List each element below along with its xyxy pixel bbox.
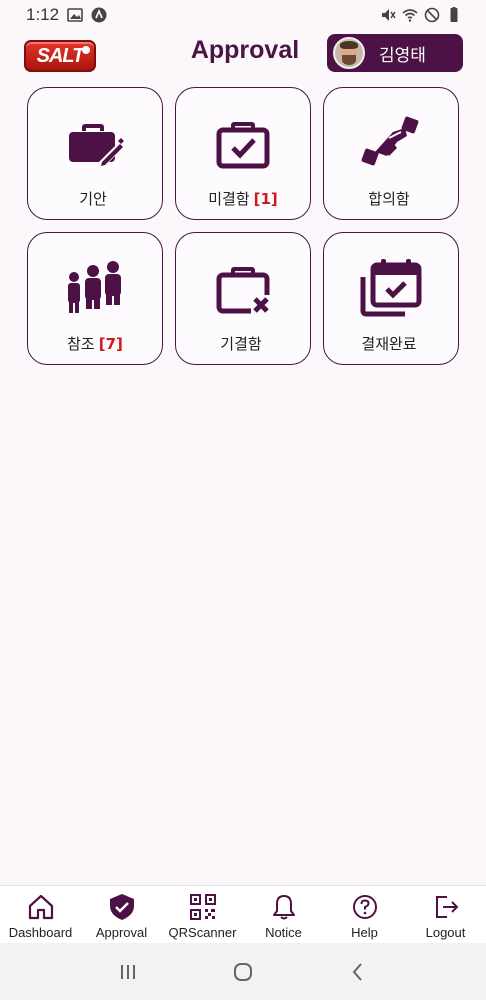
nav-notice[interactable]: Notice	[243, 886, 324, 943]
mute-icon	[382, 9, 396, 21]
logout-icon	[435, 896, 458, 918]
nav-qrscanner[interactable]: QRScanner	[162, 886, 243, 943]
do-not-disturb-icon	[424, 7, 440, 23]
tile-label: 결재완료	[361, 335, 417, 353]
app-header: SALT Approval 김영태	[0, 30, 486, 80]
tile-label: 기결함	[220, 335, 262, 353]
status-bar-left: 1:12	[26, 5, 107, 25]
back-icon[interactable]	[346, 960, 370, 984]
nav-dashboard[interactable]: Dashboard	[0, 886, 81, 943]
status-bar: 1:12	[0, 0, 486, 30]
status-time: 1:12	[26, 5, 60, 24]
logo-dot	[82, 46, 90, 54]
bell-icon	[272, 895, 295, 920]
avatar	[333, 37, 365, 69]
bottom-navigation: Dashboard Approval QRScanner Notice Help…	[0, 885, 486, 943]
system-navigation-bar	[0, 943, 486, 1000]
nav-label: Notice	[265, 925, 302, 940]
tile-agreement[interactable]: 합의함	[323, 87, 459, 220]
nav-label: QRScanner	[168, 925, 237, 940]
status-bar-right	[380, 7, 462, 23]
home-icon	[28, 894, 53, 920]
tile-label: 기안	[79, 190, 107, 208]
nav-approval[interactable]: Approval	[81, 886, 162, 943]
user-profile-button[interactable]: 김영태	[327, 34, 463, 72]
tile-label: 참조 [7]	[67, 335, 123, 353]
home-button-icon[interactable]	[231, 960, 255, 984]
user-name: 김영태	[379, 45, 426, 66]
nav-label: Help	[351, 925, 378, 940]
page-title: Approval	[190, 36, 300, 64]
handshake-icon	[361, 116, 419, 166]
tile-pending[interactable]: 미결함 [1]	[175, 87, 311, 220]
nav-help[interactable]: Help	[324, 886, 405, 943]
salt-logo[interactable]: SALT	[24, 40, 96, 72]
battery-icon	[450, 7, 458, 22]
tile-draft[interactable]: 기안	[27, 87, 163, 220]
tile-label: 미결함 [1]	[208, 190, 278, 208]
help-icon	[352, 895, 377, 919]
nav-label: Dashboard	[8, 925, 73, 940]
tile-completed[interactable]: 기결함	[175, 232, 311, 365]
nav-logout[interactable]: Logout	[405, 886, 486, 943]
briefcase-edit-icon	[69, 124, 126, 168]
gallery-notification-icon	[67, 8, 83, 22]
logo-text: SALT	[36, 44, 85, 67]
tile-approval-done[interactable]: 결재완료	[323, 232, 459, 365]
qr-icon	[189, 894, 216, 920]
shield-check-icon	[109, 894, 134, 920]
nav-label: Approval	[95, 925, 148, 940]
nav-label: Logout	[425, 925, 466, 940]
tile-reference[interactable]: 참조 [7]	[27, 232, 163, 365]
wifi-icon	[402, 9, 418, 22]
briefcase-check-icon	[216, 122, 270, 169]
recent-apps-icon[interactable]	[116, 960, 140, 984]
briefcase-x-icon	[216, 267, 270, 314]
app-notification-icon	[91, 7, 107, 23]
calendar-check-icon	[360, 259, 422, 317]
people-icon	[68, 261, 121, 313]
tile-label: 합의함	[368, 190, 410, 208]
